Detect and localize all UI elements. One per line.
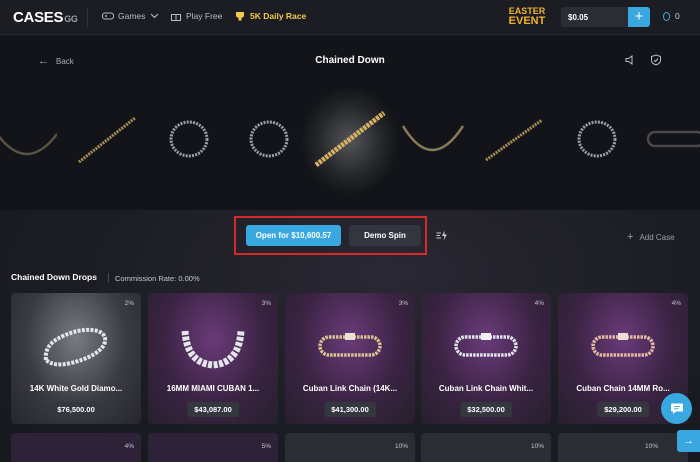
coin-balance[interactable]: 0	[663, 11, 680, 21]
nav-play-free[interactable]: Play Free	[170, 11, 222, 21]
site-logo[interactable]: CASESGG	[13, 9, 78, 26]
nav-games[interactable]: Games	[102, 11, 159, 21]
easter-event-banner[interactable]: EASTER EVENT	[504, 6, 550, 30]
nav-daily-race[interactable]: 5K Daily Race	[234, 11, 306, 21]
chain-bracelet-icon	[646, 130, 700, 148]
add-case-button[interactable]: + Add Case	[627, 231, 675, 243]
easter-line2: EVENT	[508, 15, 546, 27]
chevron-down-icon	[151, 13, 159, 19]
diamond-bracelet-icon	[43, 327, 108, 367]
reel-item	[0, 94, 62, 184]
reel-item	[557, 94, 637, 184]
rose-gold-chain-icon	[591, 333, 655, 357]
drop-odds: 3%	[261, 300, 271, 307]
nav-play-free-label: Play Free	[186, 11, 223, 21]
drop-price: $43,087.00	[187, 402, 239, 417]
shield-check-icon[interactable]	[650, 54, 662, 66]
chat-icon	[670, 403, 683, 414]
drop-odds: 5%	[261, 443, 271, 450]
drop-price: $41,300.00	[324, 402, 376, 417]
chat-button[interactable]	[661, 393, 692, 424]
top-navbar: CASESGG Games Play Free 5K Daily Race EA…	[0, 0, 700, 35]
silver-chain-icon	[169, 120, 209, 158]
cuban-chain-icon	[181, 330, 245, 369]
reel-item	[635, 94, 700, 184]
drop-card[interactable]: 3% 16MM MIAMI CUBAN 1... $43,087.00	[148, 293, 278, 424]
chain-necklace-icon	[401, 125, 465, 152]
drop-odds: 4%	[124, 443, 134, 450]
balance-display: $0.05	[561, 7, 628, 27]
drop-odds: 10%	[394, 443, 408, 450]
fast-spin-icon[interactable]	[436, 230, 448, 241]
reel-item	[149, 94, 229, 184]
drop-name: Cuban Chain 14MM Ro...	[576, 384, 670, 393]
drop-price: $32,500.00	[460, 402, 512, 417]
commission-text: Commission Rate: 0.00%	[115, 274, 200, 283]
silver-chain-icon	[249, 120, 289, 158]
gold-link-chain-icon	[318, 333, 382, 357]
gift-icon	[171, 14, 181, 21]
drop-price: $76,500.00	[50, 402, 102, 417]
coin-count: 0	[675, 11, 680, 21]
drop-name: 16MM MIAMI CUBAN 1...	[166, 384, 260, 393]
drop-odds: 4%	[671, 300, 681, 307]
drop-name: Cuban Link Chain Whit...	[438, 384, 534, 393]
case-title: Chained Down	[315, 55, 385, 66]
nav-divider	[87, 8, 88, 27]
highlight-box	[234, 216, 427, 255]
deposit-button[interactable]: +	[628, 7, 650, 27]
sound-icon[interactable]	[624, 54, 636, 66]
drop-card[interactable]: 10%	[421, 433, 551, 462]
drop-card[interactable]: 10%	[285, 433, 415, 462]
drops-title: Chained Down Drops	[11, 272, 97, 282]
gold-chain-icon	[78, 116, 136, 164]
nav-daily-race-label: 5K Daily Race	[250, 11, 307, 21]
gold-rope-chain-icon	[314, 111, 386, 167]
drop-card[interactable]: 2% 14K White Gold Diamo... $76,500.00	[11, 293, 141, 424]
chain-necklace-icon	[0, 133, 57, 156]
reel-item-selected	[310, 94, 390, 184]
reel-item	[66, 94, 146, 184]
drop-odds: 2%	[124, 300, 134, 307]
white-gold-link-chain-icon	[454, 333, 518, 357]
drop-card[interactable]: 10%	[558, 433, 688, 462]
commission-divider	[108, 273, 109, 282]
gold-chain-icon	[485, 118, 543, 162]
silver-chain-icon	[577, 120, 617, 158]
case-header: ← Back Chained Down	[0, 36, 700, 210]
commission-rate: Commission Rate: 0.00%	[108, 273, 200, 283]
reel-item	[392, 94, 472, 184]
reel-item	[229, 94, 309, 184]
drop-card[interactable]: 4%	[11, 433, 141, 462]
drop-odds: 3%	[398, 300, 408, 307]
drop-odds: 4%	[534, 300, 544, 307]
coin-icon	[663, 11, 670, 21]
add-case-label: Add Case	[639, 232, 675, 242]
drop-card[interactable]: 4% Cuban Link Chain Whit... $32,500.00	[421, 293, 551, 424]
gamepad-icon	[102, 12, 114, 20]
arrow-right-icon[interactable]: →	[677, 430, 700, 452]
trophy-icon	[236, 12, 244, 21]
drop-price: $29,200.00	[597, 402, 649, 417]
plus-icon: +	[627, 231, 634, 243]
drop-name: Cuban Link Chain (14K...	[302, 384, 398, 393]
case-reel	[0, 86, 700, 196]
drop-card[interactable]: 3% Cuban Link Chain (14K... $41,300.00	[285, 293, 415, 424]
drop-card[interactable]: 5%	[148, 433, 278, 462]
drop-name: 14K White Gold Diamo...	[29, 384, 123, 393]
nav-games-label: Games	[118, 11, 146, 21]
drop-odds: 10%	[644, 443, 658, 450]
drop-odds: 10%	[530, 443, 544, 450]
reel-item	[473, 94, 553, 184]
